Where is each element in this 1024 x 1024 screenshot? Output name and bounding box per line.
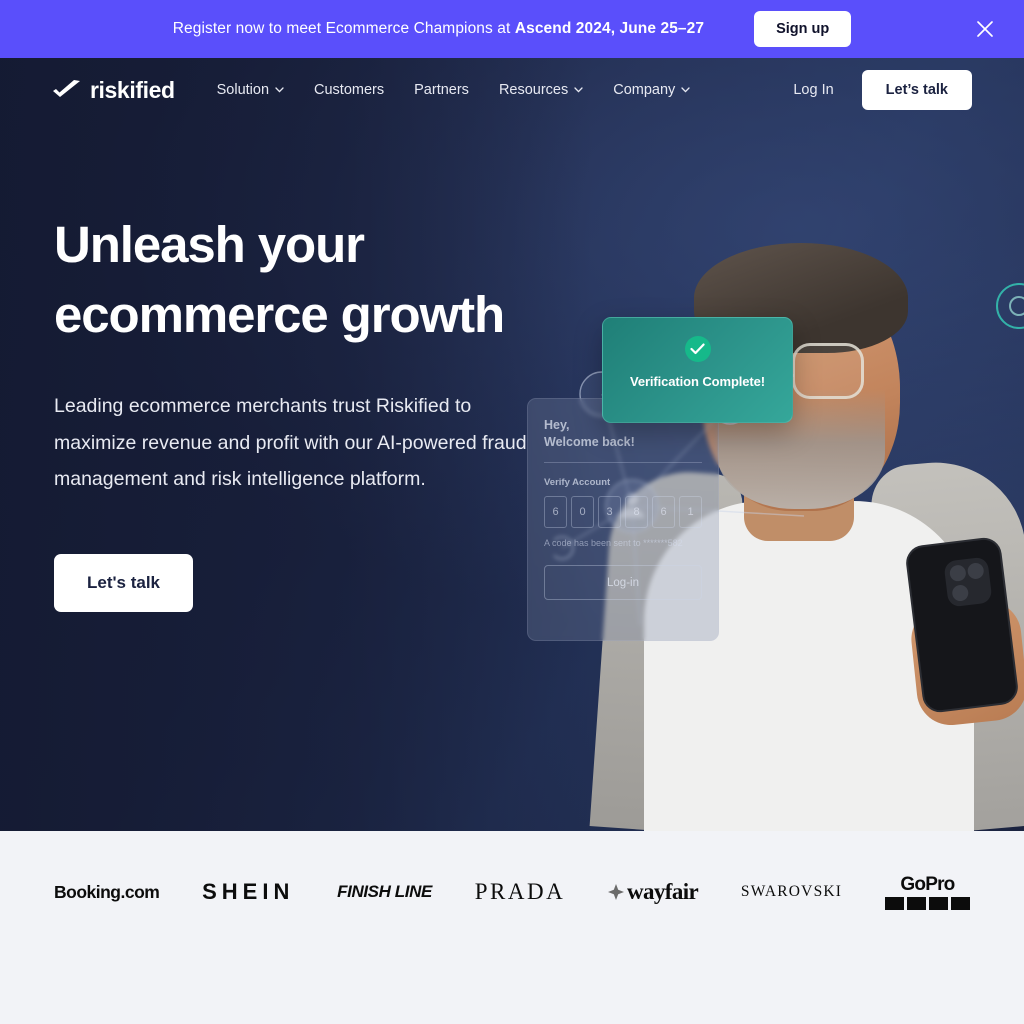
otp-digit-5[interactable]: 6 [652, 496, 675, 528]
checkmark-icon [53, 80, 80, 97]
announcement-bar: Register now to meet Ecommerce Champions… [0, 0, 1024, 58]
nav-link-company-label: Company [613, 82, 676, 98]
nav-link-resources[interactable]: Resources [499, 82, 583, 98]
chevron-down-icon [574, 87, 583, 93]
otp-digit-2[interactable]: 0 [571, 496, 594, 528]
nav-lets-talk-button[interactable]: Let’s talk [861, 70, 972, 110]
hero-subheading: Leading ecommerce merchants trust Riskif… [54, 395, 527, 490]
nav-link-company[interactable]: Company [613, 82, 690, 98]
chevron-down-icon [681, 87, 690, 93]
wayfair-mark-icon [607, 884, 624, 900]
gopro-bars-icon [884, 896, 970, 910]
hero-section: riskified Solution Customers Partners Re… [0, 58, 1024, 831]
phone-camera-module [943, 556, 993, 608]
nav-link-solution[interactable]: Solution [217, 82, 284, 98]
hero-heading-line2: ecommerce growth [54, 286, 505, 343]
brand-logo-shein[interactable]: SHEIN [202, 874, 294, 910]
otp-digit-3[interactable]: 3 [598, 496, 621, 528]
nav-link-resources-label: Resources [498, 82, 569, 98]
logo[interactable]: riskified [52, 77, 175, 104]
customer-logo-strip: Booking.com SHEIN FINISH LINE PRADA wayf… [0, 831, 1024, 1024]
announcement-text: Register now to meet Ecommerce Champions… [173, 20, 704, 38]
announcement-text-lead: Register now to meet Ecommerce Champions… [172, 20, 515, 37]
brand-logo-swarovski[interactable]: SWAROVSKI [741, 874, 842, 910]
hero-lets-talk-button[interactable]: Let's talk [54, 553, 194, 612]
nav-link-customers-label: Customers [314, 82, 385, 98]
logo-wordmark: riskified [90, 76, 175, 103]
brand-logo-gopro-label: GoPro [900, 873, 955, 895]
brand-logo-prada[interactable]: PRADA [475, 874, 565, 910]
nav-link-customers[interactable]: Customers [314, 82, 384, 98]
brand-logo-booking[interactable]: Booking.com [54, 874, 160, 910]
otp-digit-6[interactable]: 1 [679, 496, 702, 528]
chevron-down-icon [275, 87, 284, 93]
signup-button[interactable]: Sign up [754, 11, 852, 47]
nav-link-solution-label: Solution [216, 82, 270, 98]
verification-complete-toast: Verification Complete! [602, 317, 793, 423]
announcement-text-strong: Ascend 2024, June 25–27 [514, 20, 705, 37]
nav-links: Solution Customers Partners Resources Co… [217, 82, 691, 98]
nav-link-partners-label: Partners [414, 82, 469, 98]
nav-link-partners[interactable]: Partners [414, 82, 469, 98]
navbar: riskified Solution Customers Partners Re… [0, 58, 1024, 122]
hero-heading-line1: Unleash your [54, 216, 365, 273]
hero-copy: Unleash your ecommerce growth Leading ec… [54, 210, 574, 612]
check-circle-icon [684, 336, 711, 362]
verification-complete-text: Verification Complete! [629, 374, 766, 389]
brand-logo-finish-line[interactable]: FINISH LINE [337, 874, 432, 910]
customer-logo-row: Booking.com SHEIN FINISH LINE PRADA wayf… [0, 831, 1024, 910]
login-link[interactable]: Log In [793, 82, 833, 98]
close-icon[interactable] [972, 16, 998, 42]
nav-right-group: Log In Let’s talk [793, 70, 972, 110]
brand-logo-wayfair[interactable]: wayfair [607, 874, 699, 910]
page-title: Unleash your ecommerce growth [54, 210, 574, 350]
otp-digit-4[interactable]: 8 [625, 496, 648, 528]
brand-logo-gopro[interactable]: GoPro [884, 873, 970, 910]
teal-ring-inner-decoration [1009, 296, 1024, 316]
brand-logo-wayfair-label: wayfair [626, 879, 699, 904]
